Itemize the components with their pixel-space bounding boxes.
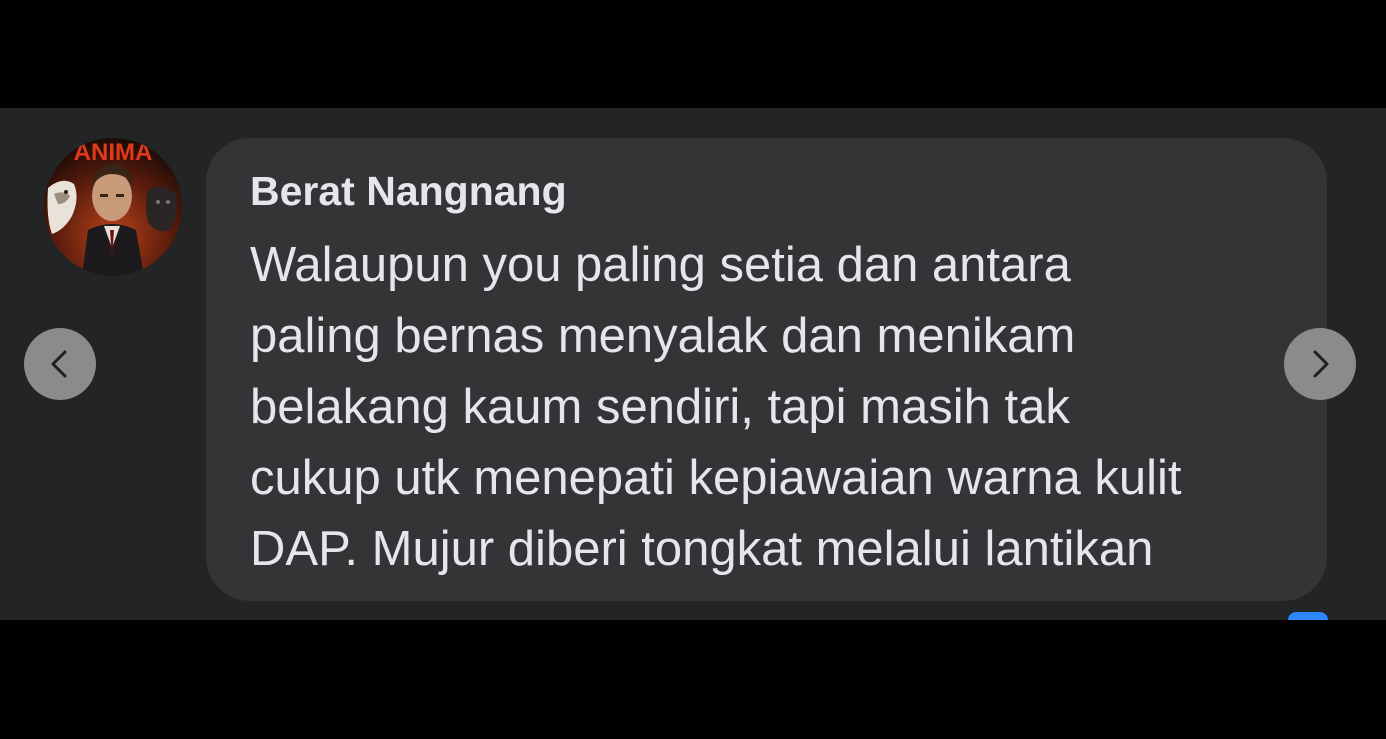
comment-text: Walaupun you paling setia dan antara pal… (250, 230, 1310, 585)
next-button[interactable] (1284, 328, 1356, 400)
comment-line: Walaupun you paling setia dan antara (250, 238, 1071, 292)
comment-line: DAP. Mujur diberi tongkat melalui lantik… (250, 522, 1154, 576)
photo-viewer: ANIMA Berat Nangnang Walaupun you paling… (0, 0, 1386, 739)
comment-line: belakang kaum sendiri, tapi masih tak (250, 380, 1070, 434)
reaction-icon (1288, 612, 1328, 620)
avatar[interactable]: ANIMA (44, 138, 182, 276)
avatar-image: ANIMA (44, 138, 182, 276)
chevron-right-icon (1313, 350, 1329, 378)
comment-author[interactable]: Berat Nangnang (250, 168, 567, 215)
previous-button[interactable] (24, 328, 96, 400)
svg-text:ANIMA: ANIMA (74, 139, 153, 166)
comment-line: paling bernas menyalak dan menikam (250, 309, 1076, 363)
chevron-left-icon (51, 350, 67, 378)
comment-line: cukup utk menepati kepiawaian warna kuli… (250, 451, 1182, 505)
